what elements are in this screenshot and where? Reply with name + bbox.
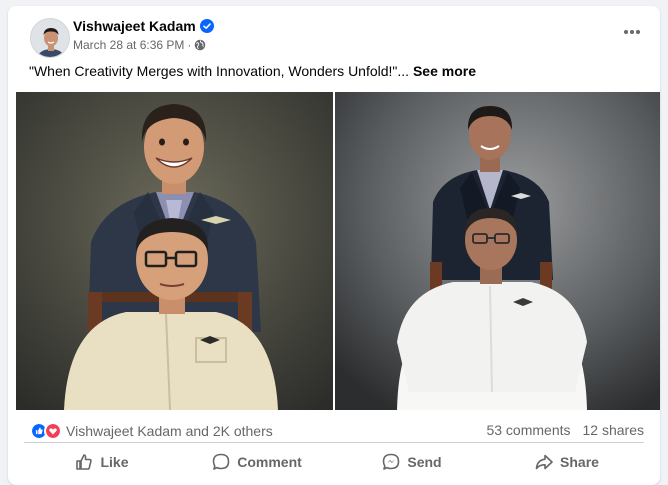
post-media bbox=[16, 92, 660, 410]
post-stats: Vishwajeet Kadam and 2K others 53 commen… bbox=[8, 413, 660, 443]
like-button[interactable]: Like bbox=[24, 443, 179, 481]
post-meta: March 28 at 6:36 PM · bbox=[73, 38, 206, 52]
illustrated-portrait-image[interactable] bbox=[16, 92, 333, 410]
reactions-summary[interactable]: Vishwajeet Kadam and 2K others bbox=[30, 422, 273, 440]
comment-icon bbox=[212, 453, 230, 470]
share-icon bbox=[535, 454, 553, 470]
send-icon bbox=[383, 453, 400, 470]
see-more-link[interactable]: See more bbox=[413, 63, 476, 79]
engagement-counts: 53 comments 12 shares bbox=[486, 422, 644, 438]
globe-icon[interactable] bbox=[194, 39, 206, 51]
shares-count[interactable]: 12 shares bbox=[583, 422, 644, 438]
verified-badge-icon bbox=[199, 19, 214, 33]
post-action-bar: Like Comment Send Share bbox=[24, 443, 644, 481]
comments-count[interactable]: 53 comments bbox=[486, 422, 570, 438]
reactions-text[interactable]: Vishwajeet Kadam and 2K others bbox=[66, 423, 273, 439]
thumbs-up-icon bbox=[76, 454, 93, 470]
send-label: Send bbox=[407, 454, 442, 470]
comment-button[interactable]: Comment bbox=[179, 443, 334, 481]
comment-label: Comment bbox=[237, 454, 302, 470]
author-name[interactable]: Vishwajeet Kadam bbox=[73, 18, 196, 34]
author-avatar[interactable] bbox=[30, 18, 70, 58]
more-options-button[interactable] bbox=[618, 22, 646, 42]
post-header: Vishwajeet Kadam March 28 at 6:36 PM · bbox=[8, 6, 660, 58]
author-name-row: Vishwajeet Kadam bbox=[73, 18, 214, 34]
post-card: Vishwajeet Kadam March 28 at 6:36 PM · "… bbox=[8, 6, 660, 485]
share-label: Share bbox=[560, 454, 599, 470]
share-button[interactable]: Share bbox=[489, 443, 644, 481]
meta-separator: · bbox=[187, 38, 192, 52]
love-reaction-icon bbox=[44, 422, 62, 440]
post-timestamp[interactable]: March 28 at 6:36 PM bbox=[73, 38, 184, 52]
more-dots-icon bbox=[624, 30, 640, 34]
caption-text: "When Creativity Merges with Innovation,… bbox=[29, 63, 410, 79]
post-caption: "When Creativity Merges with Innovation,… bbox=[29, 63, 476, 79]
like-label: Like bbox=[100, 454, 129, 470]
send-button[interactable]: Send bbox=[334, 443, 489, 481]
original-portrait-photo[interactable] bbox=[335, 92, 660, 410]
